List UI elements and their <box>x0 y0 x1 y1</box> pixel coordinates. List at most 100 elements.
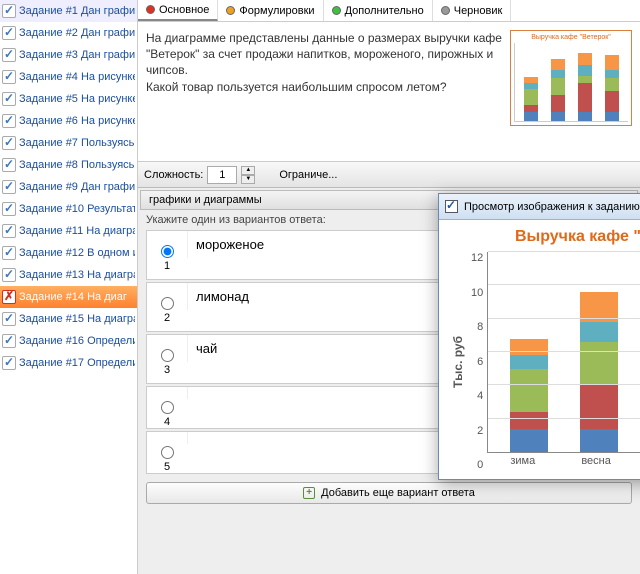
checkmark-icon <box>2 334 16 348</box>
question-text: На диаграмме представлены данные о разме… <box>146 30 510 153</box>
thumb-bars <box>514 43 628 122</box>
tab-Формулировки[interactable]: Формулировки <box>218 0 323 21</box>
bar-зима <box>510 339 548 452</box>
limit-label: Ограниче... <box>279 169 337 181</box>
checkmark-icon <box>2 92 16 106</box>
chart: Выручка кафе "Ветерок" Тыс. руб 12108642… <box>439 220 640 479</box>
popup-checkbox[interactable] <box>445 200 458 213</box>
task-item[interactable]: Задание #17 Определить <box>0 352 137 374</box>
task-item[interactable]: Задание #12 В одном из <box>0 242 137 264</box>
task-label: Задание #6 На рисунке <box>19 115 135 127</box>
status-dot <box>441 6 450 15</box>
option-number: 4 <box>164 416 170 428</box>
thumb-title: Выручка кафе "Ветерок" <box>514 34 628 41</box>
plus-icon: + <box>303 487 315 499</box>
task-label: Задание #5 На рисунке <box>19 93 135 105</box>
task-label: Задание #10 Результат <box>19 203 135 215</box>
task-label: Задание #8 Пользуясь г <box>19 159 135 171</box>
task-label: Задание #15 На диаграм <box>19 313 135 325</box>
tab-label: Дополнительно <box>345 5 424 17</box>
difficulty-stepper[interactable]: ▲▼ <box>241 166 255 184</box>
checkmark-icon <box>2 70 16 84</box>
task-item[interactable]: Задание #7 Пользуясь г <box>0 132 137 154</box>
checkmark-icon <box>2 290 16 304</box>
task-item[interactable]: Задание #10 Результат <box>0 198 137 220</box>
task-sidebar: Задание #1 Дан график Задание #2 Дан граф… <box>0 0 138 574</box>
bar-весна <box>580 292 618 452</box>
tab-label: Черновик <box>454 5 503 17</box>
difficulty-input[interactable] <box>207 166 237 184</box>
task-label: Задание #17 Определить <box>19 357 135 369</box>
x-tick: зима <box>510 455 535 471</box>
task-label: Задание #3 Дан график <box>19 49 135 61</box>
option-radio[interactable] <box>161 401 174 414</box>
chart-thumbnail[interactable]: Выручка кафе "Ветерок" <box>510 30 632 126</box>
checkmark-icon <box>2 48 16 62</box>
task-item[interactable]: Задание #9 Дан график <box>0 176 137 198</box>
x-labels: зимавесналетоосень <box>487 453 640 471</box>
task-item[interactable]: Задание #6 На рисунке <box>0 110 137 132</box>
task-item[interactable]: Задание #4 На рисунке <box>0 66 137 88</box>
checkmark-icon <box>2 4 16 18</box>
task-label: Задание #4 На рисунке <box>19 71 135 83</box>
checkmark-icon <box>2 202 16 216</box>
checkmark-icon <box>2 224 16 238</box>
popup-title-text: Просмотр изображения к заданию <box>464 201 640 213</box>
checkmark-icon <box>2 26 16 40</box>
option-radio[interactable] <box>161 297 174 310</box>
task-item[interactable]: Задание #15 На диаграм <box>0 308 137 330</box>
add-option-button[interactable]: + Добавить еще вариант ответа <box>146 482 632 504</box>
task-label: Задание #9 Дан график <box>19 181 135 193</box>
add-option-label: Добавить еще вариант ответа <box>321 487 475 499</box>
status-dot <box>146 5 155 14</box>
option-number: 2 <box>164 312 170 324</box>
task-label: Задание #16 Определить <box>19 335 135 347</box>
task-label: Задание #12 В одном из <box>19 247 135 259</box>
task-item[interactable]: Задание #3 Дан график <box>0 44 137 66</box>
status-dot <box>226 6 235 15</box>
tab-Дополнительно[interactable]: Дополнительно <box>324 0 433 21</box>
y-axis-label: Тыс. руб <box>449 252 467 471</box>
main-area: Основное Формулировки Дополнительно Чернови… <box>138 0 640 574</box>
toolbar: Сложность: ▲▼ Ограниче... <box>138 162 640 188</box>
task-item[interactable]: Задание #8 Пользуясь г <box>0 154 137 176</box>
task-item[interactable]: Задание #1 Дан график <box>0 0 137 22</box>
status-dot <box>332 6 341 15</box>
tab-label: Формулировки <box>239 5 314 17</box>
popup-titlebar[interactable]: Просмотр изображения к заданию <box>439 194 640 220</box>
difficulty-label: Сложность: <box>144 169 203 181</box>
option-radio[interactable] <box>161 349 174 362</box>
task-label: Задание #14 На диаг <box>19 291 127 303</box>
y-ticks: 121086420 <box>467 252 487 471</box>
checkmark-icon <box>2 246 16 260</box>
checkmark-icon <box>2 114 16 128</box>
task-label: Задание #7 Пользуясь г <box>19 137 135 149</box>
option-number: 1 <box>164 260 170 272</box>
task-item[interactable]: Задание #2 Дан график <box>0 22 137 44</box>
task-item[interactable]: Задание #11 На диаграм <box>0 220 137 242</box>
image-preview-popup[interactable]: Просмотр изображения к заданию Выручка к… <box>438 193 640 480</box>
task-item[interactable]: Задание #14 На диаг <box>0 286 137 308</box>
tab-Черновик[interactable]: Черновик <box>433 0 512 21</box>
task-item[interactable]: Задание #16 Определить <box>0 330 137 352</box>
task-label: Задание #1 Дан график <box>19 5 135 17</box>
x-tick: весна <box>581 455 611 471</box>
option-number: 3 <box>164 364 170 376</box>
task-label: Задание #2 Дан график <box>19 27 135 39</box>
plot-area <box>487 252 640 453</box>
checkmark-icon <box>2 158 16 172</box>
option-radio[interactable] <box>161 446 174 459</box>
tab-label: Основное <box>159 4 209 16</box>
task-item[interactable]: Задание #13 На диаграм <box>0 264 137 286</box>
checkmark-icon <box>2 180 16 194</box>
tab-Основное[interactable]: Основное <box>138 0 218 21</box>
option-radio[interactable] <box>161 245 174 258</box>
question-panel: На диаграмме представлены данные о разме… <box>138 22 640 162</box>
task-label: Задание #11 На диаграм <box>19 225 135 237</box>
checkmark-icon <box>2 136 16 150</box>
chart-title: Выручка кафе "Ветерок" <box>449 228 640 246</box>
checkmark-icon <box>2 356 16 370</box>
checkmark-icon <box>2 268 16 282</box>
task-item[interactable]: Задание #5 На рисунке <box>0 88 137 110</box>
task-label: Задание #13 На диаграм <box>19 269 135 281</box>
